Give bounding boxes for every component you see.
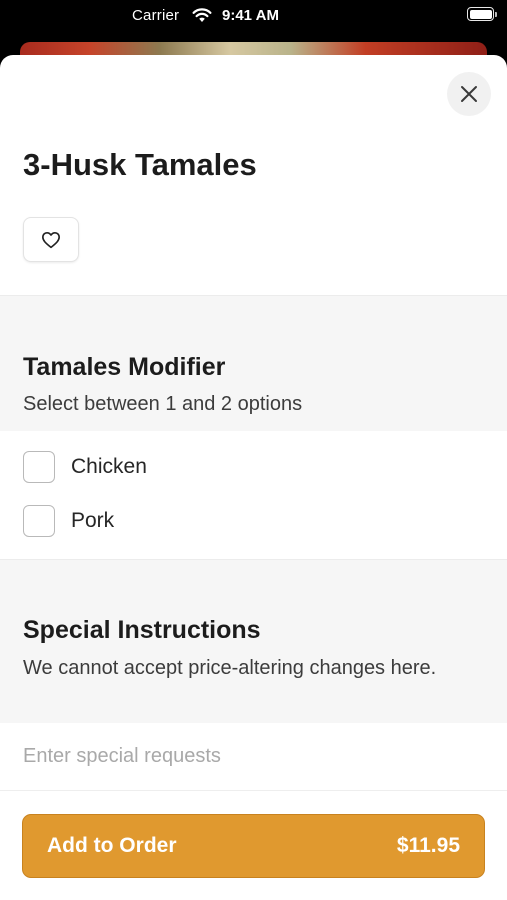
special-requests-input[interactable] xyxy=(0,723,507,791)
option-pork[interactable]: Pork xyxy=(23,505,114,537)
add-to-order-button[interactable]: Add to Order $11.95 xyxy=(22,814,485,878)
add-to-order-label: Add to Order xyxy=(47,834,177,857)
modifier-subtitle: Select between 1 and 2 options xyxy=(23,393,303,415)
instructions-section-header: Special Instructions We cannot accept pr… xyxy=(0,559,507,723)
clock: 9:41 AM xyxy=(222,7,279,24)
close-button[interactable] xyxy=(447,72,491,116)
battery-icon xyxy=(467,7,497,21)
option-chicken[interactable]: Chicken xyxy=(23,451,147,483)
instructions-subtitle: We cannot accept price-altering changes … xyxy=(23,657,437,679)
option-label: Pork xyxy=(71,509,115,532)
order-price: $11.95 xyxy=(396,834,460,857)
item-title: 3-Husk Tamales xyxy=(23,147,257,182)
status-bar: Carrier 9:41 AM xyxy=(0,0,507,30)
carrier-label: Carrier xyxy=(132,7,180,24)
option-label: Chicken xyxy=(71,455,147,478)
item-detail-sheet: 3-Husk Tamales Tamales Modifier Select b… xyxy=(0,55,507,900)
checkbox[interactable] xyxy=(23,451,55,483)
wifi-icon xyxy=(192,8,212,22)
modifier-title: Tamales Modifier xyxy=(23,353,226,381)
favorite-button[interactable] xyxy=(23,217,79,262)
modifier-section-header: Tamales Modifier Select between 1 and 2 … xyxy=(0,295,507,431)
close-icon xyxy=(461,86,477,102)
checkbox[interactable] xyxy=(23,505,55,537)
instructions-title: Special Instructions xyxy=(23,616,261,644)
heart-icon xyxy=(41,231,60,248)
